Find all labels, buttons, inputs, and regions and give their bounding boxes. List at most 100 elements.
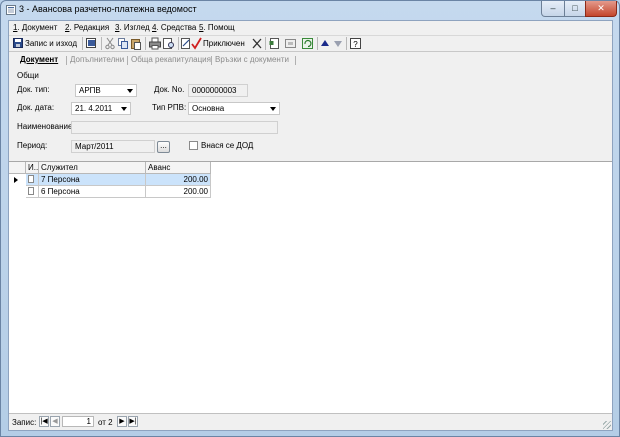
name-field[interactable] bbox=[71, 121, 278, 134]
first-record-button[interactable]: |◀ bbox=[39, 416, 49, 427]
advance-cell[interactable]: 200.00 bbox=[146, 186, 211, 198]
document-2-icon[interactable] bbox=[285, 37, 296, 50]
menu-tools[interactable]: 4. Средства bbox=[152, 23, 196, 32]
copy-icon[interactable] bbox=[118, 37, 129, 50]
client-area: 1. Документ 2. Редакция 3. Изглед 4. Сре… bbox=[8, 20, 613, 431]
group-title: Общи bbox=[17, 71, 39, 80]
row-icon-cell bbox=[26, 186, 39, 198]
help-icon[interactable]: ? bbox=[350, 37, 361, 50]
employee-grid: И... Служител Аванс 7 Персона 200.00 6 П… bbox=[9, 161, 612, 414]
doc-no-value: 0000000003 bbox=[192, 86, 237, 95]
doc-type-dropdown[interactable]: АРПВ bbox=[75, 84, 137, 97]
doc-date-picker[interactable]: 21. 4.2011 bbox=[71, 102, 131, 115]
completed-label[interactable]: Приключен bbox=[203, 39, 245, 48]
column-header-advance[interactable]: Аванс bbox=[146, 162, 211, 174]
window-title: 3 - Авансова разчетно-платежна ведомост bbox=[19, 4, 197, 14]
tab-separator bbox=[127, 56, 128, 65]
period-label: Период: bbox=[17, 141, 48, 150]
toolbar: Запис и изход Приключен ? bbox=[9, 36, 612, 52]
refresh-icon[interactable] bbox=[302, 37, 313, 50]
title-bar[interactable]: 3 - Авансова разчетно-платежна ведомост … bbox=[1, 1, 619, 19]
doc-date-value: 21. 4.2011 bbox=[75, 104, 113, 113]
doc-date-label: Док. дата: bbox=[17, 103, 55, 112]
rpv-type-value: Основна bbox=[192, 104, 225, 113]
chevron-down-icon bbox=[121, 107, 127, 111]
period-value: Март/2011 bbox=[75, 142, 114, 151]
document-form: Общи Док. тип: АРПВ Док. No. 0000000003 … bbox=[9, 68, 612, 163]
employee-cell[interactable]: 7 Персона bbox=[39, 174, 146, 186]
checkmark-icon[interactable] bbox=[191, 37, 202, 50]
last-record-button[interactable]: ▶| bbox=[128, 416, 138, 427]
menu-label: . Изглед bbox=[119, 23, 150, 32]
dod-checkbox[interactable] bbox=[189, 141, 198, 150]
tab-strip: Документ Допълнителни Обща рекапитулация… bbox=[9, 53, 612, 68]
menu-bar: 1. Документ 2. Редакция 3. Изглед 4. Сре… bbox=[9, 21, 612, 36]
tab-separator bbox=[211, 56, 212, 65]
rpv-type-dropdown[interactable]: Основна bbox=[188, 102, 280, 115]
toolbar-separator bbox=[82, 37, 83, 50]
tab-document[interactable]: Документ bbox=[20, 55, 58, 64]
next-record-button[interactable]: ▶ bbox=[117, 416, 127, 427]
record-count-label: от 2 bbox=[98, 418, 113, 427]
column-header-employee[interactable]: Служител bbox=[39, 162, 146, 174]
toolbar-separator bbox=[346, 37, 347, 50]
toolbar-separator bbox=[145, 37, 146, 50]
chevron-down-icon bbox=[127, 89, 133, 93]
toolbar-separator bbox=[178, 37, 179, 50]
application-window: 3 - Авансова разчетно-платежна ведомост … bbox=[0, 0, 620, 437]
row-icon-cell bbox=[26, 174, 39, 186]
menu-document[interactable]: 1. Документ bbox=[13, 23, 57, 32]
paste-icon[interactable] bbox=[131, 37, 142, 50]
resize-grip-icon[interactable] bbox=[603, 421, 611, 429]
cancel-x-icon[interactable] bbox=[252, 37, 262, 50]
menu-view[interactable]: 3. Изглед bbox=[115, 23, 150, 32]
maximize-button[interactable]: □ bbox=[564, 1, 586, 17]
tab-separator bbox=[295, 56, 296, 65]
tab-additional[interactable]: Допълнителни bbox=[70, 55, 124, 64]
menu-label: . Средства bbox=[156, 23, 197, 32]
document-icon[interactable] bbox=[269, 37, 280, 50]
toolbar-separator bbox=[265, 37, 266, 50]
menu-label: . Редакция bbox=[69, 23, 110, 32]
period-field[interactable]: Март/2011 bbox=[71, 140, 155, 153]
period-select-button[interactable]: ... bbox=[157, 141, 170, 153]
menu-label: . Документ bbox=[17, 23, 58, 32]
doc-type-value: АРПВ bbox=[79, 86, 101, 95]
cut-icon[interactable] bbox=[105, 37, 115, 50]
save-close-label[interactable]: Запис и изход bbox=[25, 39, 77, 48]
close-button[interactable]: ✕ bbox=[585, 1, 617, 17]
rpv-type-label: Тип РПВ: bbox=[152, 103, 187, 112]
document-row-icon bbox=[28, 175, 34, 183]
current-row-indicator-icon bbox=[14, 177, 18, 183]
dod-label: Внася се ДОД bbox=[201, 141, 254, 150]
print-icon[interactable] bbox=[149, 37, 161, 50]
chevron-down-icon bbox=[270, 107, 276, 111]
minimize-button[interactable]: – bbox=[541, 1, 565, 17]
record-navigator: Запис: |◀ ◀ 1 от 2 ▶ ▶| bbox=[9, 414, 612, 430]
tab-separator bbox=[66, 56, 67, 65]
print-preview-icon[interactable] bbox=[163, 37, 175, 50]
record-label: Запис: bbox=[12, 418, 37, 427]
toolbar-separator bbox=[101, 37, 102, 50]
svg-text:?: ? bbox=[353, 40, 358, 49]
menu-edit[interactable]: 2. Редакция bbox=[65, 23, 109, 32]
arrow-down-icon[interactable] bbox=[333, 37, 343, 50]
menu-label: . Помощ bbox=[203, 23, 235, 32]
tab-links[interactable]: Връзки с документи bbox=[215, 55, 289, 64]
employee-cell[interactable]: 6 Персона bbox=[39, 186, 146, 198]
menu-help[interactable]: 5. Помощ bbox=[199, 23, 235, 32]
edit-icon[interactable] bbox=[181, 37, 191, 50]
tab-recap[interactable]: Обща рекапитулация bbox=[131, 55, 211, 64]
advance-cell[interactable]: 200.00 bbox=[146, 174, 211, 186]
prev-record-button[interactable]: ◀ bbox=[50, 416, 60, 427]
save-icon[interactable] bbox=[13, 37, 23, 50]
doc-no-label: Док. No. bbox=[154, 85, 185, 94]
app-icon bbox=[6, 5, 16, 15]
arrow-up-icon[interactable] bbox=[320, 37, 330, 50]
doc-no-field[interactable]: 0000000003 bbox=[188, 84, 248, 97]
toolbar-separator bbox=[317, 37, 318, 50]
record-number-input[interactable]: 1 bbox=[62, 416, 94, 427]
document-row-icon bbox=[28, 187, 34, 195]
save-copy-icon[interactable] bbox=[86, 37, 97, 50]
column-header-icon[interactable]: И... bbox=[26, 162, 39, 174]
